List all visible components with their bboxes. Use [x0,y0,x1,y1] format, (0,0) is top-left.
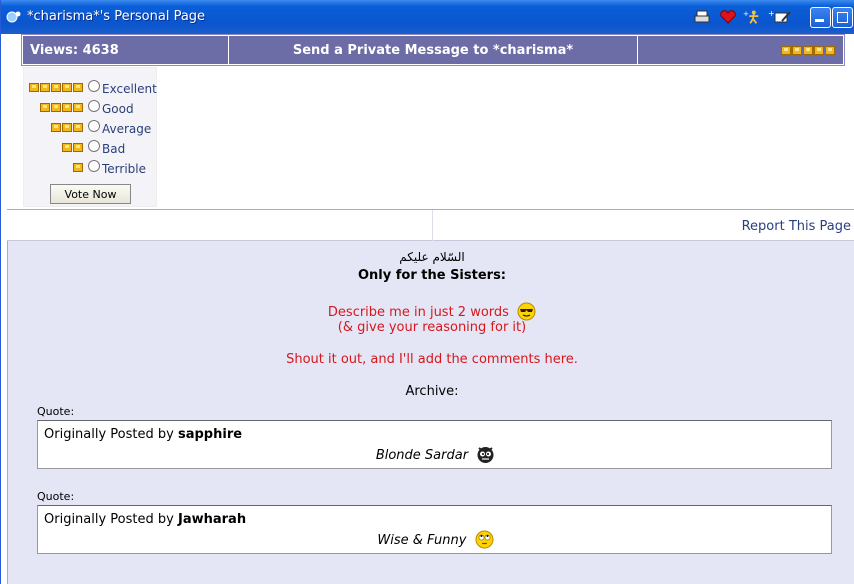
star-icon [803,45,813,55]
star-icon [781,45,791,55]
shout-line: Shout it out, and I'll add the comments … [286,352,578,367]
quote-author[interactable]: sapphire [178,427,242,442]
profile-content: السّلام عليكم Only for the Sisters: Desc… [7,241,854,584]
rating-label: Bad [102,142,126,156]
quote-label: Quote: [37,405,75,418]
rating-option-good[interactable]: Good [24,99,158,117]
prompt-text: Describe me in just 2 words [327,305,509,320]
quote-prefix: Originally Posted by [44,427,174,442]
star-icon [51,103,61,112]
rating-label: Good [102,102,134,116]
star-icon [51,83,61,92]
prompt-line: Describe me in just 2 words [8,302,854,321]
cool-smiley-icon [517,302,536,321]
quote-attribution: Originally Posted by sapphire [44,427,242,442]
star-icon [73,123,83,132]
quote-author[interactable]: Jawharah [178,512,246,527]
rating-label: Excellent [102,82,157,96]
heart-icon[interactable] [719,9,737,25]
window-title: *charisma*'s Personal Page [27,9,206,24]
rating-radio-bad[interactable] [88,140,100,152]
star-icon [62,103,72,112]
star-icon [825,45,835,55]
rating-radio-average[interactable] [88,120,100,132]
rating-radio-good[interactable] [88,100,100,112]
rating-radio-excellent[interactable] [88,80,100,92]
rolling-eyes-smiley-icon [475,530,494,549]
rating-label: Average [102,122,152,136]
star-icon [29,83,39,92]
content-heading: Only for the Sisters: [357,268,507,283]
quote-text: Blonde Sardar [375,448,469,463]
quote-prefix: Originally Posted by [44,512,174,527]
star-icon [40,83,50,92]
star-icon [51,123,61,132]
report-row: Report This Page [7,209,854,241]
angry-face-icon [477,447,494,463]
views-counter: Views: 4638 [23,36,229,64]
app-icon [6,11,21,23]
rating-option-terrible[interactable]: Terrible [24,159,158,177]
star-icon [73,143,83,152]
svg-text:+: + [743,9,749,18]
star-icon [73,163,83,172]
quote-attribution: Originally Posted by Jawharah [44,512,246,527]
star-icon [62,83,72,92]
quote-box: Originally Posted by Jawharah Wise & Fun… [37,505,832,554]
star-icon [73,103,83,112]
send-private-message-link[interactable]: Send a Private Message to *charisma* [229,36,638,64]
title-bar: *charisma*'s Personal Page + + [1,0,854,34]
quote-message: Wise & Funny [38,530,833,549]
vote-now-button[interactable]: Vote Now [50,184,131,204]
divider [432,210,433,241]
browser-window: *charisma*'s Personal Page + + Views: 46… [0,0,854,584]
add-friend-icon[interactable]: + [743,9,761,25]
rating-panel: Excellent Good Average Bad Terrible Vote… [23,67,157,207]
star-icon [814,45,824,55]
rating-option-excellent[interactable]: Excellent [24,79,158,97]
archive-label: Archive: [405,384,459,399]
minimize-button[interactable] [810,7,831,28]
rating-radio-terrible[interactable] [88,160,100,172]
quote-message: Blonde Sardar [38,445,833,464]
quote-text: Wise & Funny [377,533,467,548]
profile-header-row: Views: 4638 Send a Private Message to *c… [21,34,845,66]
star-icon [792,45,802,55]
arabic-greeting: السّلام عليكم [399,250,465,264]
rating-option-average[interactable]: Average [24,119,158,137]
print-icon[interactable] [693,9,711,25]
rating-option-bad[interactable]: Bad [24,139,158,157]
report-page-link[interactable]: Report This Page [742,219,851,234]
star-icon [40,103,50,112]
reasoning-line: (& give your reasoning for it) [337,320,527,335]
svg-text:+: + [768,9,775,18]
quote-box: Originally Posted by sapphire Blonde Sar… [37,420,832,469]
star-icon [73,83,83,92]
maximize-button[interactable] [832,7,853,28]
star-icon [62,123,72,132]
rating-label: Terrible [102,162,146,176]
add-note-icon[interactable]: + [768,9,792,25]
header-rating-stars [638,36,843,64]
quote-label: Quote: [37,490,75,503]
star-icon [62,143,72,152]
